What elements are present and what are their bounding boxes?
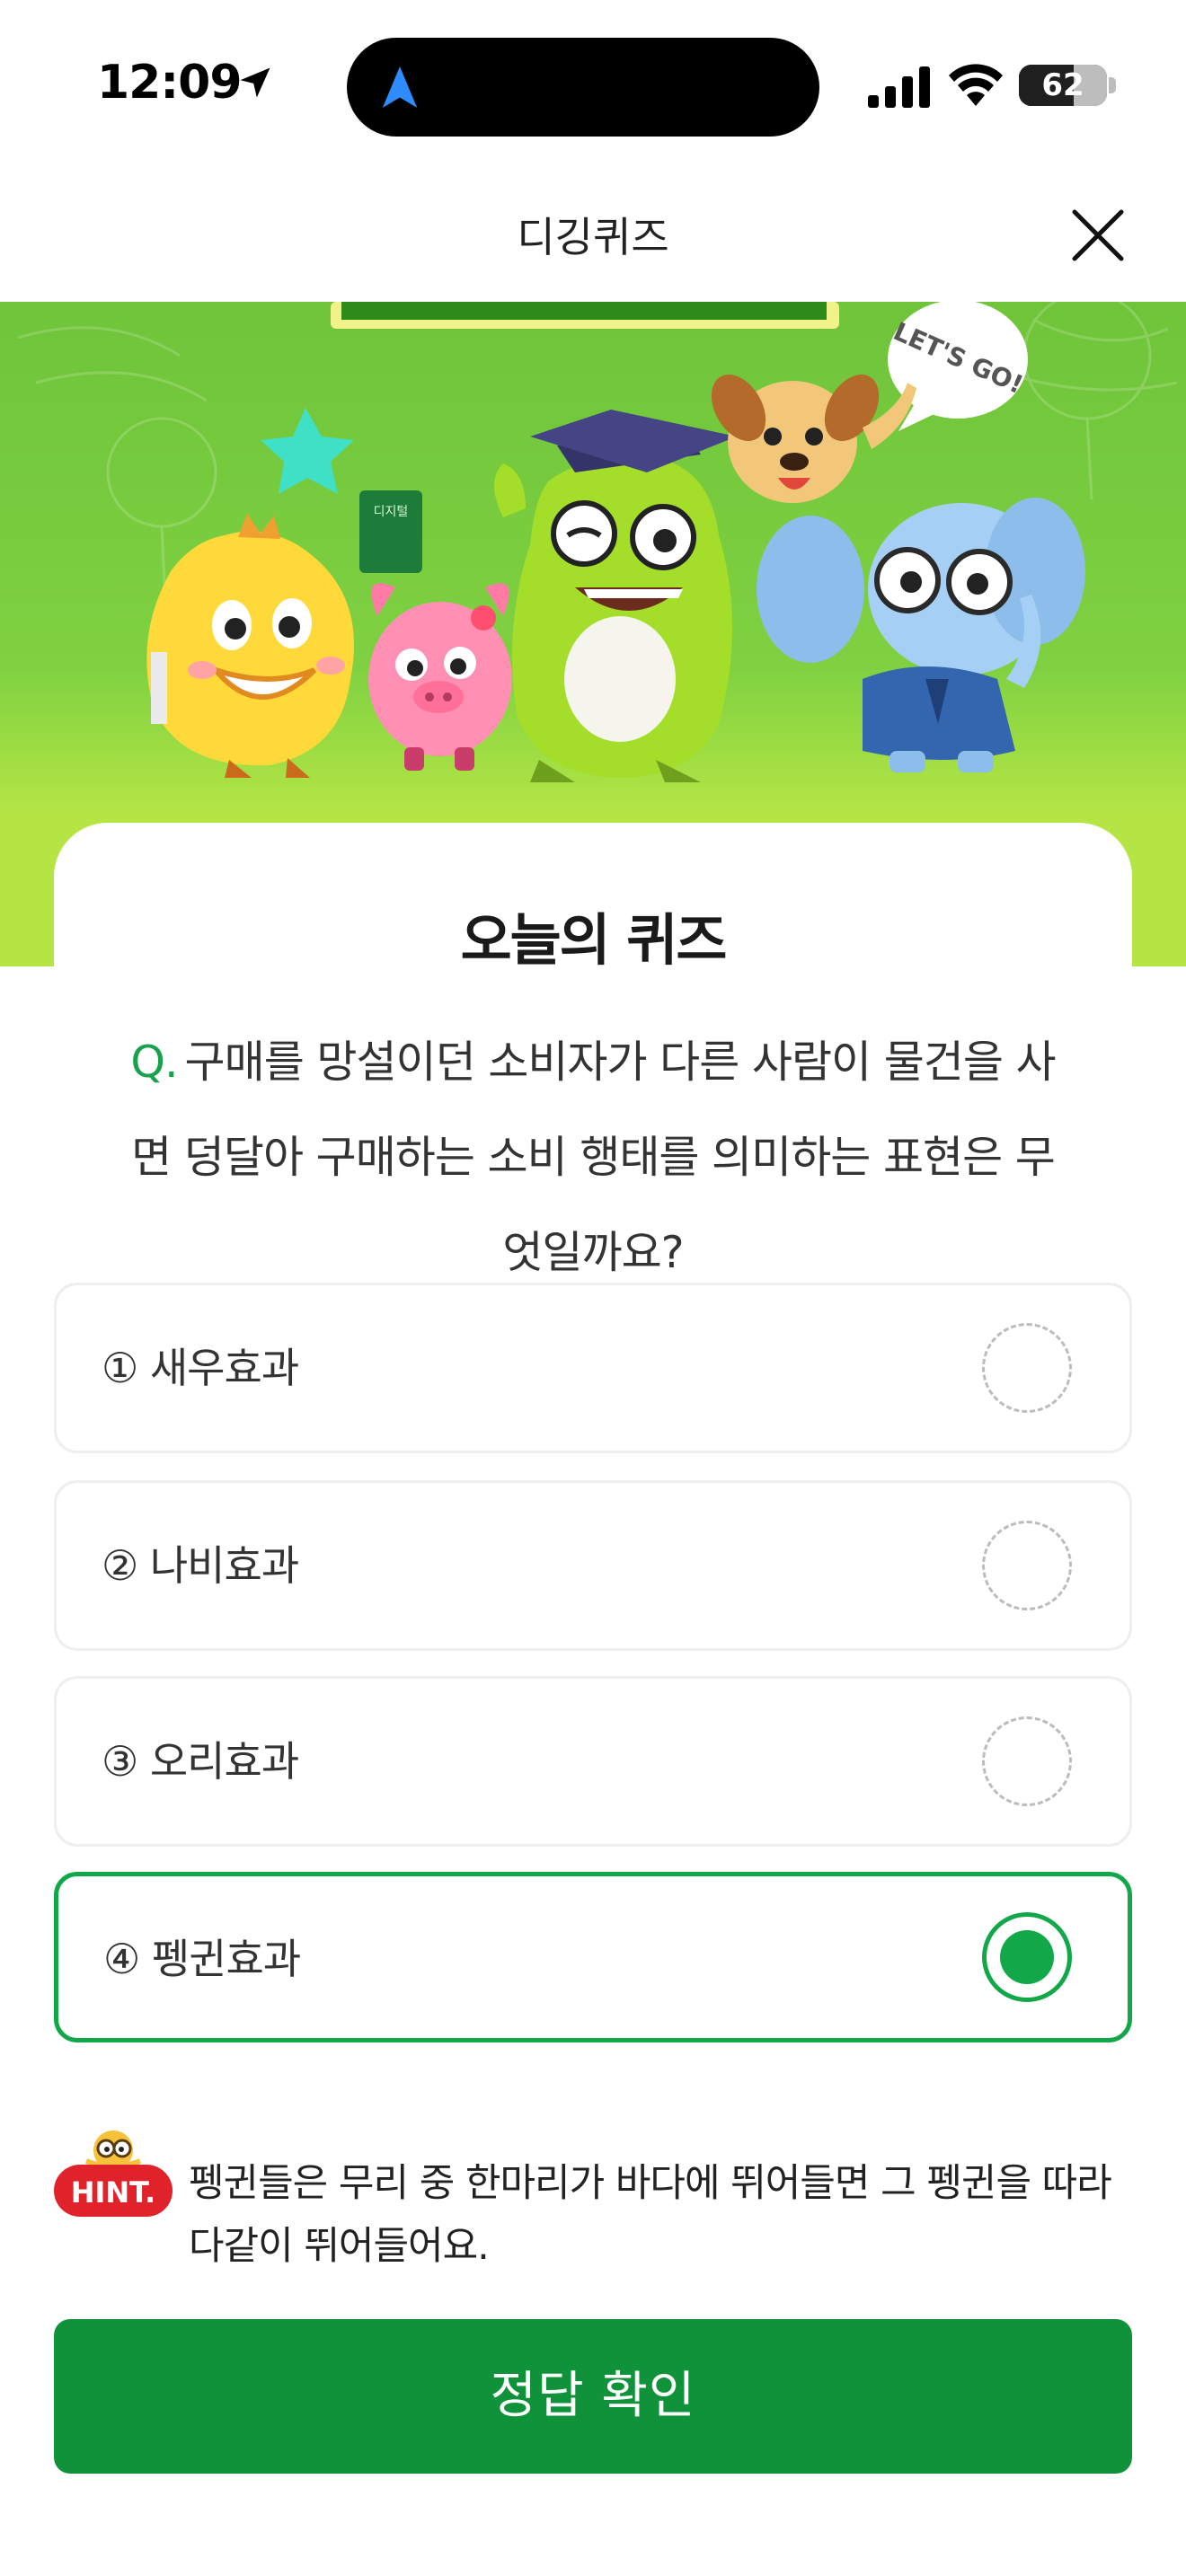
answer-option-1[interactable]: ① 새우효과 <box>54 1283 1132 1453</box>
question-body: 구매를 망설이던 소비자가 다른 사람이 물건을 사면 덩달아 구매하는 소비 … <box>131 1037 1056 1278</box>
radio-selected-dot <box>1000 1930 1054 1984</box>
radio-button[interactable] <box>982 1716 1072 1806</box>
page-title: 디깅퀴즈 <box>517 213 669 261</box>
dynamic-island <box>347 38 819 137</box>
star-decoration <box>261 408 354 494</box>
speech-bubble: LET'S GO! <box>888 302 1028 431</box>
hint-badge-label: HINT. <box>71 2175 156 2210</box>
quiz-section-title: 오늘의 퀴즈 <box>449 895 737 975</box>
option-label: ④ 펭귄효과 <box>103 1935 301 1983</box>
navigation-icon <box>382 66 418 108</box>
close-icon[interactable] <box>1066 203 1130 268</box>
cellular-signal-icon <box>868 66 930 108</box>
radio-button-selected[interactable] <box>982 1912 1072 2002</box>
battery-icon: 62 <box>1019 65 1107 106</box>
wifi-icon <box>949 64 1003 106</box>
battery-level: 62 <box>1041 67 1084 103</box>
answer-option-2[interactable]: ② 나비효과 <box>54 1480 1132 1651</box>
answer-option-3[interactable]: ③ 오리효과 <box>54 1676 1132 1847</box>
question-text: Q. 구매를 망설이던 소비자가 다른 사람이 물건을 사면 덩달아 구매하는 소… <box>117 1015 1069 1301</box>
status-bar: 12:09 62 <box>0 0 1186 171</box>
option-label: ② 나비효과 <box>102 1541 299 1590</box>
yellow-chick-character <box>146 514 354 778</box>
battery-tip <box>1109 77 1116 93</box>
option-label: ① 새우효과 <box>102 1344 299 1392</box>
hint-badge-icon: HINT. <box>54 2130 173 2217</box>
dog-character <box>711 375 916 503</box>
book-label: 디지털 <box>374 505 409 519</box>
hint-text: 펭귄들은 무리 중 한마리가 바다에 뛰어들면 그 펭귄을 따라 다같이 뛰어들… <box>189 2161 1112 2269</box>
location-arrow-icon <box>240 67 270 98</box>
question-prefix: Q. <box>130 1037 178 1088</box>
quiz-title-wrap: 오늘의 퀴즈 <box>0 895 1186 975</box>
quiz-section-title-text: 오늘의 퀴즈 <box>460 907 728 973</box>
nav-header: 디깅퀴즈 <box>0 171 1186 302</box>
status-time: 12:09 <box>97 56 243 110</box>
radio-button[interactable] <box>982 1521 1072 1610</box>
option-label: ③ 오리효과 <box>102 1737 299 1786</box>
answer-option-4[interactable]: ④ 펭귄효과 <box>54 1872 1132 2042</box>
elephant-character <box>757 498 1085 772</box>
book <box>359 490 422 573</box>
confirm-answer-button[interactable]: 정답 확인 <box>54 2319 1132 2474</box>
green-monster-character <box>494 410 737 782</box>
radio-button[interactable] <box>982 1323 1072 1413</box>
pink-pig-character <box>368 583 512 771</box>
